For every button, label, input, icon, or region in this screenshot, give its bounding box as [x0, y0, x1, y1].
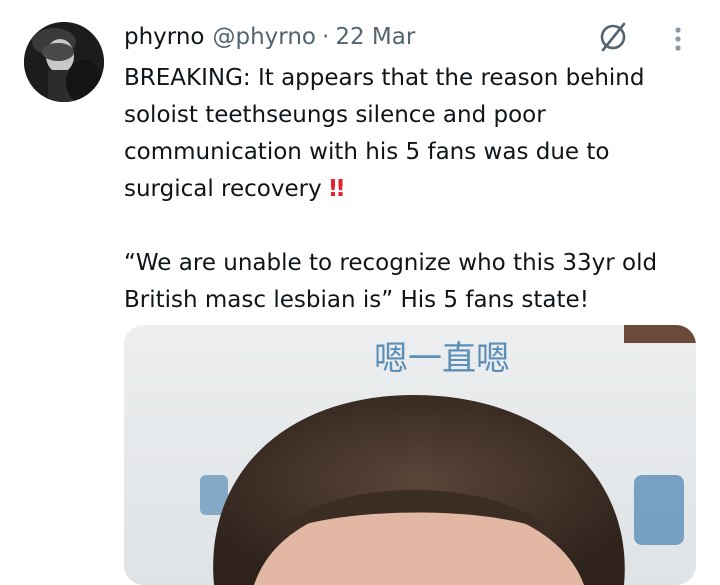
user-handle[interactable]: @phyrno [213, 24, 317, 50]
avatar[interactable] [24, 22, 104, 102]
tweet-paragraph-1: BREAKING: It appears that the reason beh… [124, 60, 696, 208]
grok-icon[interactable] [596, 20, 630, 54]
header-separator: · [322, 24, 330, 50]
tweet: phyrno @phyrno · 22 Mar BREAKING: It app… [0, 0, 720, 585]
media-photo: 嗯一直嗯 [124, 325, 696, 585]
tweet-timestamp[interactable]: 22 Mar [335, 24, 415, 50]
avatar-image [24, 22, 104, 102]
more-options-icon[interactable] [668, 24, 688, 54]
tweet-paragraph-1-text: BREAKING: It appears that the reason beh… [124, 65, 645, 202]
media-caption-text: 嗯一直嗯 [374, 339, 510, 379]
tweet-text: BREAKING: It appears that the reason beh… [124, 60, 696, 319]
tweet-header: phyrno @phyrno · 22 Mar [124, 20, 415, 54]
tweet-media-image[interactable]: 嗯一直嗯 [124, 325, 696, 585]
double-exclamation-emoji: !! [327, 176, 346, 202]
tweet-paragraph-2: “We are unable to recognize who this 33y… [124, 250, 658, 313]
display-name[interactable]: phyrno [124, 24, 205, 50]
